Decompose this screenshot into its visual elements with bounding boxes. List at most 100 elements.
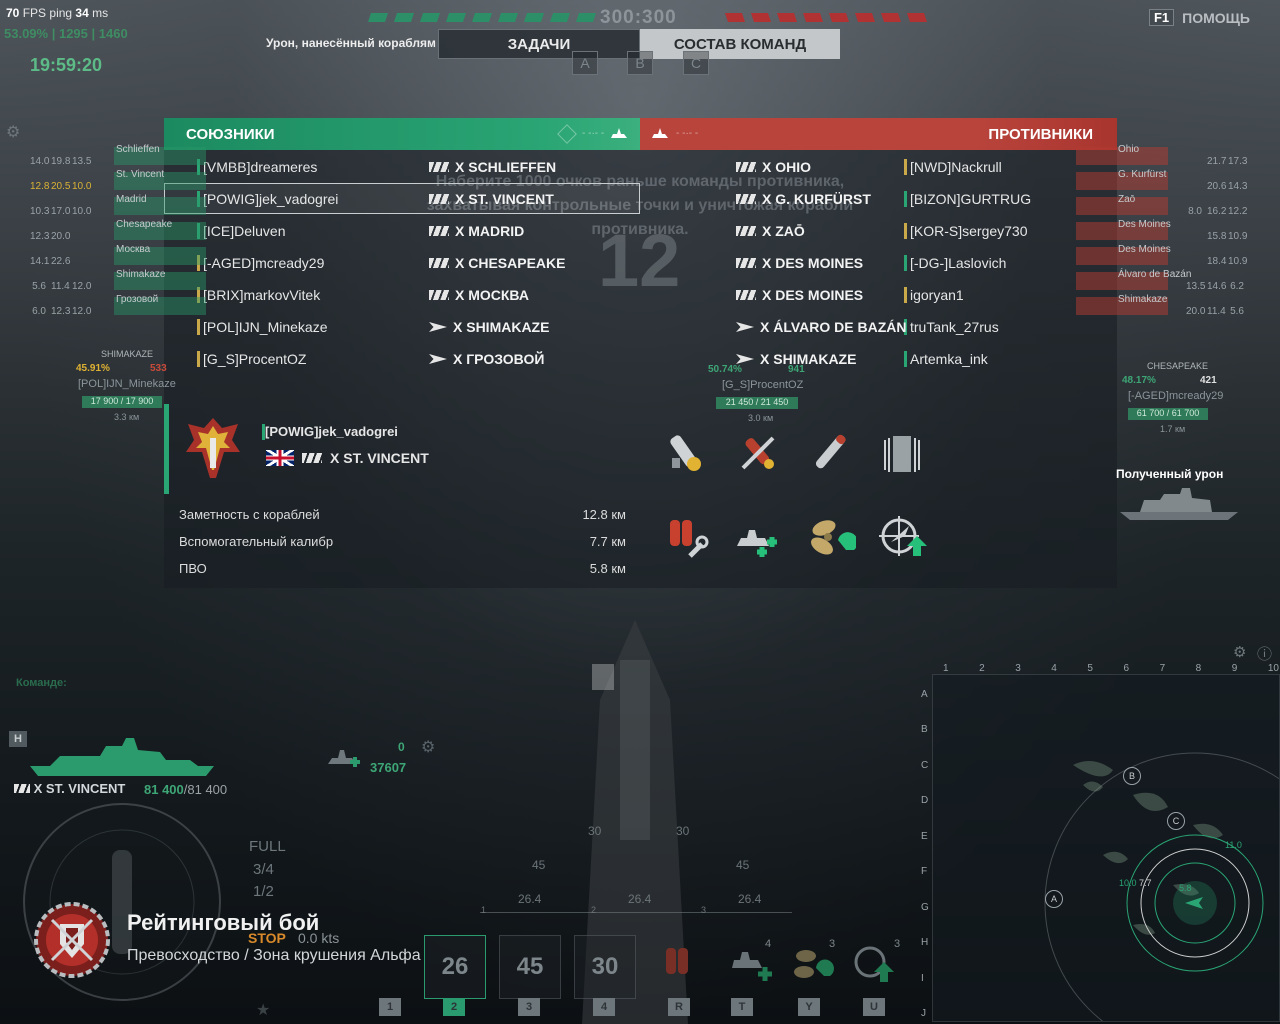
ally-score-pip (550, 13, 570, 22)
damage-top-value: 0 (398, 740, 405, 754)
minimap-row-label: G (921, 901, 929, 913)
minimap-ring-label: 11.0 (1225, 840, 1242, 850)
side-stat-value: 14.3 (1228, 181, 1248, 192)
armor-mod-icon[interactable] (877, 428, 927, 478)
enemy-player: truTank_27rus (904, 311, 999, 343)
battle-mode-subtitle: Превосходство / Зона крушения Альфа (127, 947, 421, 964)
side-stat-value (1186, 256, 1202, 267)
consumable-count: 3 (829, 938, 836, 950)
repair-party-icon[interactable] (660, 512, 710, 562)
player-accent-bar (164, 404, 169, 494)
enemy-row[interactable]: truTank_27rus X ÁLVARO DE BAZÁN (736, 311, 1116, 343)
stat-value: 12.8 км (582, 507, 626, 522)
enemies-title: ПРОТИВНИКИ (988, 126, 1093, 143)
enemy-ship-silhouette (1120, 488, 1238, 520)
ally-row[interactable]: [G_S]ProcentOZ X ГРОЗОВОЙ (197, 343, 637, 375)
own-hp: 81 400/81 400 (144, 782, 227, 797)
crosshair-mark: 45 (532, 858, 546, 872)
cap-point-c: C (683, 51, 709, 75)
marker-player: [G_S]ProcentOZ (722, 379, 804, 391)
side-stat-value: 8.0 (1188, 206, 1202, 217)
hotkey-u: U (863, 998, 885, 1016)
dash-icon: - -·- - (582, 128, 605, 139)
enemy-score-pip (907, 13, 927, 22)
side-stat-value (72, 256, 88, 267)
minimap-info-icon[interactable]: ⓘ (1257, 643, 1272, 664)
help-button[interactable]: F1 ПОМОЩЬ (1148, 9, 1250, 26)
damage-control-icon[interactable] (660, 428, 710, 478)
player-status-bar (904, 255, 907, 271)
minimap-col-label: 7 (1159, 663, 1166, 674)
battleship-class-icon (302, 453, 322, 463)
side-ship-stats: 13.5 14.6 6.2 (1186, 281, 1244, 292)
minimap-col-label: 5 (1087, 663, 1093, 674)
marker-percent: 50.74% (708, 364, 742, 375)
ally-row[interactable]: [VMBB]dreameres X SCHLIEFFEN (197, 151, 637, 183)
battleship-class-icon (429, 290, 449, 300)
enemy-player: [BIZON]GURTRUG (904, 183, 1031, 215)
side-ship-row: Chesapeake 12.3 20.0 (0, 218, 206, 243)
ally-ship: X ГРОЗОВОЙ (429, 343, 544, 375)
settings-gear-icon[interactable]: ⚙ (421, 737, 435, 757)
ally-score-bar (368, 13, 596, 22)
ammo-slot-2[interactable]: 45 (499, 935, 561, 999)
minimap-row-label: A (921, 689, 928, 700)
side-ship-stats: 20.6 14.3 (1186, 181, 1248, 192)
aa-guidance-icon[interactable] (877, 512, 927, 562)
side-stat-value: 20.5 (51, 181, 71, 192)
ship-name: X G. KURFÜRST (762, 191, 871, 207)
ally-row[interactable]: [POL]IJN_Minekaze X SHIMAKAZE (197, 311, 637, 343)
enemy-row[interactable]: [NWD]Nackrull X OHIO (736, 151, 1116, 183)
minimap-settings-icon[interactable]: ⚙ (1233, 643, 1246, 661)
side-stat-value: 12.3 (30, 231, 50, 242)
ping-label: ping (49, 6, 73, 20)
ally-row[interactable]: [ICE]Deluven X MADRID (197, 215, 637, 247)
tab-tasks[interactable]: ЗАДАЧИ (438, 29, 640, 59)
battleship-class-icon (14, 784, 30, 793)
enemy-row[interactable]: [BIZON]GURTRUG X G. KURFÜRST (736, 183, 1116, 215)
marker-extra: 941 (788, 364, 805, 375)
hotkey-t: T (731, 998, 753, 1016)
ally-ship: X ST. VINCENT (429, 183, 554, 215)
ammo-slot-1[interactable]: 26 (424, 935, 486, 999)
he-shell-icon[interactable] (806, 428, 856, 478)
side-ship-row: G. Kurfürst 20.6 14.3 (1076, 168, 1280, 193)
enemy-ship: X OHIO (736, 151, 811, 183)
player-status-bar (197, 351, 200, 367)
enemy-score-pip (777, 13, 797, 22)
ap-shell-icon[interactable] (733, 428, 783, 478)
ship-name: X ST. VINCENT (455, 191, 554, 207)
speed-full: FULL (249, 838, 286, 855)
side-ship-row: Des Moines 18.4 10.9 (1076, 243, 1280, 268)
player-name: [-AGED]mcready29 (203, 255, 325, 271)
player-name: [POL]IJN_Minekaze (203, 319, 328, 335)
ally-row[interactable]: [POWIG]jek_vadogrei X ST. VINCENT (197, 183, 637, 215)
enemy-row[interactable]: [KOR-S]sergey730 X ZAŌ (736, 215, 1116, 247)
ally-score-pip (446, 13, 466, 22)
minimap-row-label: I (921, 972, 924, 984)
enemy-ship: X ÁLVARO DE BAZÁN (736, 311, 906, 343)
enemy-player: [-DG-]Laslovich (904, 247, 1006, 279)
ally-row[interactable]: [BRIX]markovVitek X МОСКВА (197, 279, 637, 311)
enemy-row[interactable]: [-DG-]Laslovich X DES MOINES (736, 247, 1116, 279)
ally-score-pip (394, 13, 414, 22)
propulsion-mod-icon[interactable] (806, 512, 856, 562)
ammo-slot-3[interactable]: 30 (574, 935, 636, 999)
repair-party-icon[interactable] (658, 942, 702, 986)
defensive-aa-icon[interactable] (850, 940, 898, 988)
ship-name: X SHIMAKAZE (453, 319, 550, 335)
enemy-row[interactable]: igoryan1 X DES MOINES (736, 279, 1116, 311)
tab-teams[interactable]: СОСТАВ КОМАНД (640, 29, 840, 59)
settings-gear-icon[interactable]: ⚙ (6, 122, 20, 142)
side-ship-name: G. Kurfürst (1118, 169, 1167, 180)
side-stat-value (1186, 156, 1202, 167)
marker-percent: 45.91% (76, 363, 110, 374)
minimap[interactable]: ⚙ ⓘ 1 2 3 4 5 6 7 8 9 10 A B C D E F G H… (921, 644, 1280, 1022)
ally-ship: X SHIMAKAZE (429, 311, 549, 343)
destroyer-class-icon (736, 322, 754, 332)
ally-player: [VMBB]dreameres (197, 151, 317, 183)
ally-row[interactable]: [-AGED]mcready29 X CHESAPEAKE (197, 247, 637, 279)
damage-received-label: Полученный урон (1116, 467, 1224, 481)
side-stat-value: 12.0 (72, 281, 92, 292)
main-battery-mod-icon[interactable] (733, 512, 783, 562)
